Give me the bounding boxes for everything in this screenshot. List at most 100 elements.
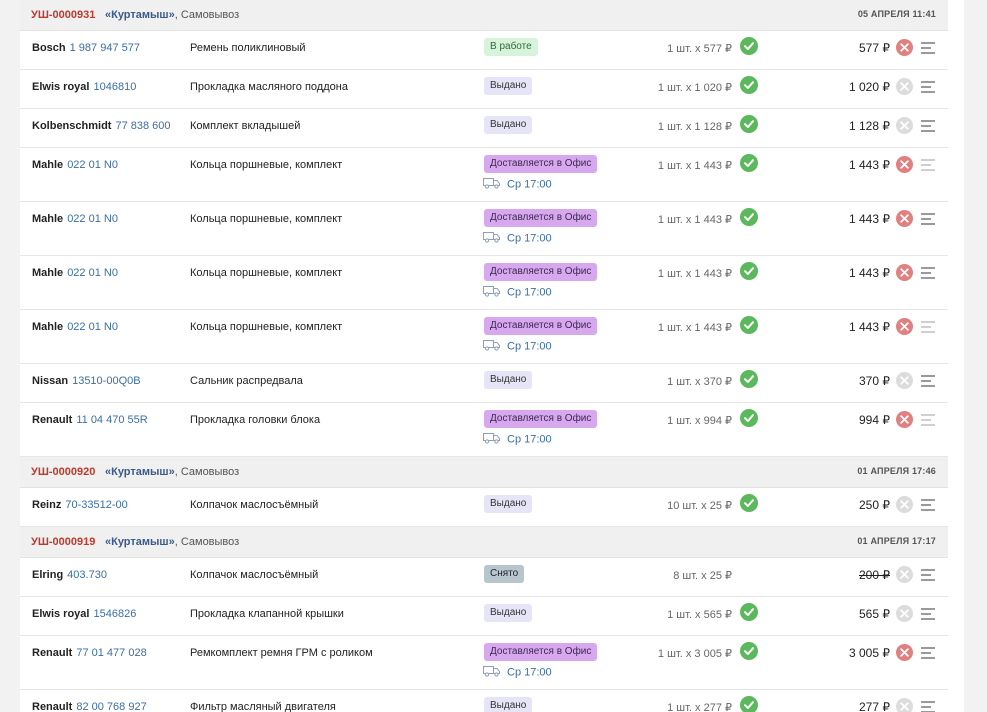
store-name-link[interactable]: «Куртамыш»: [105, 536, 175, 548]
check-icon: [740, 696, 758, 712]
item-brand: Mahle 022 01 N0: [32, 267, 118, 279]
brand-name: Renault: [32, 647, 73, 659]
article-link[interactable]: 022 01 N0: [67, 321, 118, 333]
menu-icon[interactable]: [921, 81, 937, 93]
truck-icon: [483, 285, 501, 300]
item-brand: Elring 403.730: [32, 569, 107, 581]
status-badge: Доставляется в Офис: [484, 317, 598, 335]
menu-icon[interactable]: [921, 414, 937, 426]
delivery-eta: Ср 17:00: [483, 432, 552, 447]
article-link[interactable]: 82 00 768 927: [76, 701, 146, 712]
cancel-icon[interactable]: [896, 411, 913, 428]
item-brand: Elwis royal 1046810: [32, 81, 136, 93]
check-icon: [740, 494, 758, 512]
article-link[interactable]: 403.730: [67, 569, 107, 581]
order-number-link[interactable]: УШ-0000931: [31, 9, 95, 21]
article-link[interactable]: 022 01 N0: [67, 159, 118, 171]
cancel-icon: [896, 117, 913, 134]
brand-name: Mahle: [32, 267, 64, 279]
article-link[interactable]: 77 838 600: [115, 120, 170, 132]
quantity-price: 8 шт. х 25 ₽: [673, 570, 732, 582]
cancel-icon[interactable]: [896, 210, 913, 227]
order-header: УШ-0000931 «Куртамыш», Самовывоз 05 АПРЕЛЯ…: [20, 0, 948, 31]
order-number-link[interactable]: УШ-0000920: [31, 466, 95, 478]
item-total: 1 443 ₽: [849, 266, 890, 280]
menu-icon[interactable]: [921, 647, 937, 659]
status-badge: Доставляется в Офис: [484, 263, 598, 281]
article-link[interactable]: 1046810: [93, 81, 136, 93]
eta-text: Ср 17:00: [507, 286, 552, 299]
eta-text: Ср 17:00: [507, 178, 552, 191]
item-total: 1 020 ₽: [849, 80, 890, 94]
menu-icon[interactable]: [921, 42, 937, 54]
item-name: Ремень поликлиновый: [190, 42, 306, 54]
quantity-price: 1 шт. х 1 020 ₽: [657, 82, 732, 94]
brand-name: Renault: [32, 701, 73, 712]
brand-name: Nissan: [32, 375, 69, 387]
cancel-icon[interactable]: [896, 39, 913, 56]
item-total: 250 ₽: [859, 498, 890, 512]
brand-name: Elwis royal: [32, 81, 90, 93]
item-brand: Nissan 13510-00Q0B: [32, 375, 141, 387]
check-icon: [740, 37, 758, 55]
order-number-link[interactable]: УШ-0000919: [31, 536, 95, 548]
article-link[interactable]: 1546826: [93, 608, 136, 620]
order-item-row: Nissan 13510-00Q0B Сальник распредвала Выда…: [20, 364, 948, 403]
quantity-price: 1 шт. х 277 ₽: [667, 702, 732, 712]
item-name: Колпачок маслосъёмный: [190, 569, 319, 581]
eta-text: Ср 17:00: [507, 433, 552, 446]
menu-icon[interactable]: [921, 375, 937, 387]
check-icon: [740, 154, 758, 172]
item-name: Ремкомплект ремня ГРМ с роликом: [190, 647, 373, 659]
cancel-icon: [896, 566, 913, 583]
article-link[interactable]: 022 01 N0: [67, 213, 118, 225]
cancel-icon[interactable]: [896, 318, 913, 335]
order-datetime: 01 АПРЕЛЯ 17:46: [857, 466, 936, 476]
cancel-icon: [896, 605, 913, 622]
order-header: УШ-0000920 «Куртамыш», Самовывоз 01 АПРЕЛЯ…: [20, 457, 948, 488]
article-link[interactable]: 70-33512-00: [65, 499, 127, 511]
check-icon: [740, 642, 758, 660]
article-link[interactable]: 022 01 N0: [67, 267, 118, 279]
brand-name: Reinz: [32, 499, 62, 511]
order-datetime: 01 АПРЕЛЯ 17:17: [857, 536, 936, 546]
article-link[interactable]: 1 987 947 577: [70, 42, 140, 54]
menu-icon[interactable]: [921, 499, 937, 511]
check-icon: [740, 208, 758, 226]
cancel-icon[interactable]: [896, 156, 913, 173]
item-brand: Renault 11 04 470 55R: [32, 414, 148, 426]
order-item-row: Elwis royal 1546826 Прокладка клапанной кр…: [20, 597, 948, 636]
menu-icon[interactable]: [921, 120, 937, 132]
status-badge: Выдано: [484, 371, 533, 389]
check-icon: [740, 262, 758, 280]
order-item-row: Mahle 022 01 N0 Кольца поршневые, комплект…: [20, 148, 948, 202]
item-name: Прокладка масляного поддона: [190, 81, 348, 93]
item-name: Кольца поршневые, комплект: [190, 321, 343, 333]
cancel-icon[interactable]: [896, 644, 913, 661]
item-brand: Kolbenschmidt 77 838 600: [32, 120, 171, 132]
article-link[interactable]: 13510-00Q0B: [72, 375, 141, 387]
quantity-price: 10 шт. х 25 ₽: [667, 500, 732, 512]
delivery-eta: Ср 17:00: [483, 231, 552, 246]
menu-icon[interactable]: [921, 701, 937, 712]
brand-name: Mahle: [32, 159, 64, 171]
truck-icon: [483, 339, 501, 354]
cancel-icon[interactable]: [896, 264, 913, 281]
store-name-link[interactable]: «Куртамыш»: [105, 9, 175, 21]
item-total: 994 ₽: [859, 413, 890, 427]
item-name: Прокладка головки блока: [190, 414, 321, 426]
item-name: Кольца поршневые, комплект: [190, 267, 343, 279]
article-link[interactable]: 11 04 470 55R: [76, 414, 147, 426]
store-name-link[interactable]: «Куртамыш»: [105, 466, 175, 478]
menu-icon[interactable]: [921, 569, 937, 581]
menu-icon[interactable]: [921, 213, 937, 225]
menu-icon[interactable]: [921, 267, 937, 279]
menu-icon[interactable]: [921, 608, 937, 620]
brand-name: Renault: [32, 414, 73, 426]
brand-name: Mahle: [32, 213, 64, 225]
article-link[interactable]: 77 01 477 028: [76, 647, 146, 659]
menu-icon[interactable]: [921, 321, 937, 333]
brand-name: Mahle: [32, 321, 64, 333]
menu-icon[interactable]: [921, 159, 937, 171]
eta-text: Ср 17:00: [507, 666, 552, 679]
